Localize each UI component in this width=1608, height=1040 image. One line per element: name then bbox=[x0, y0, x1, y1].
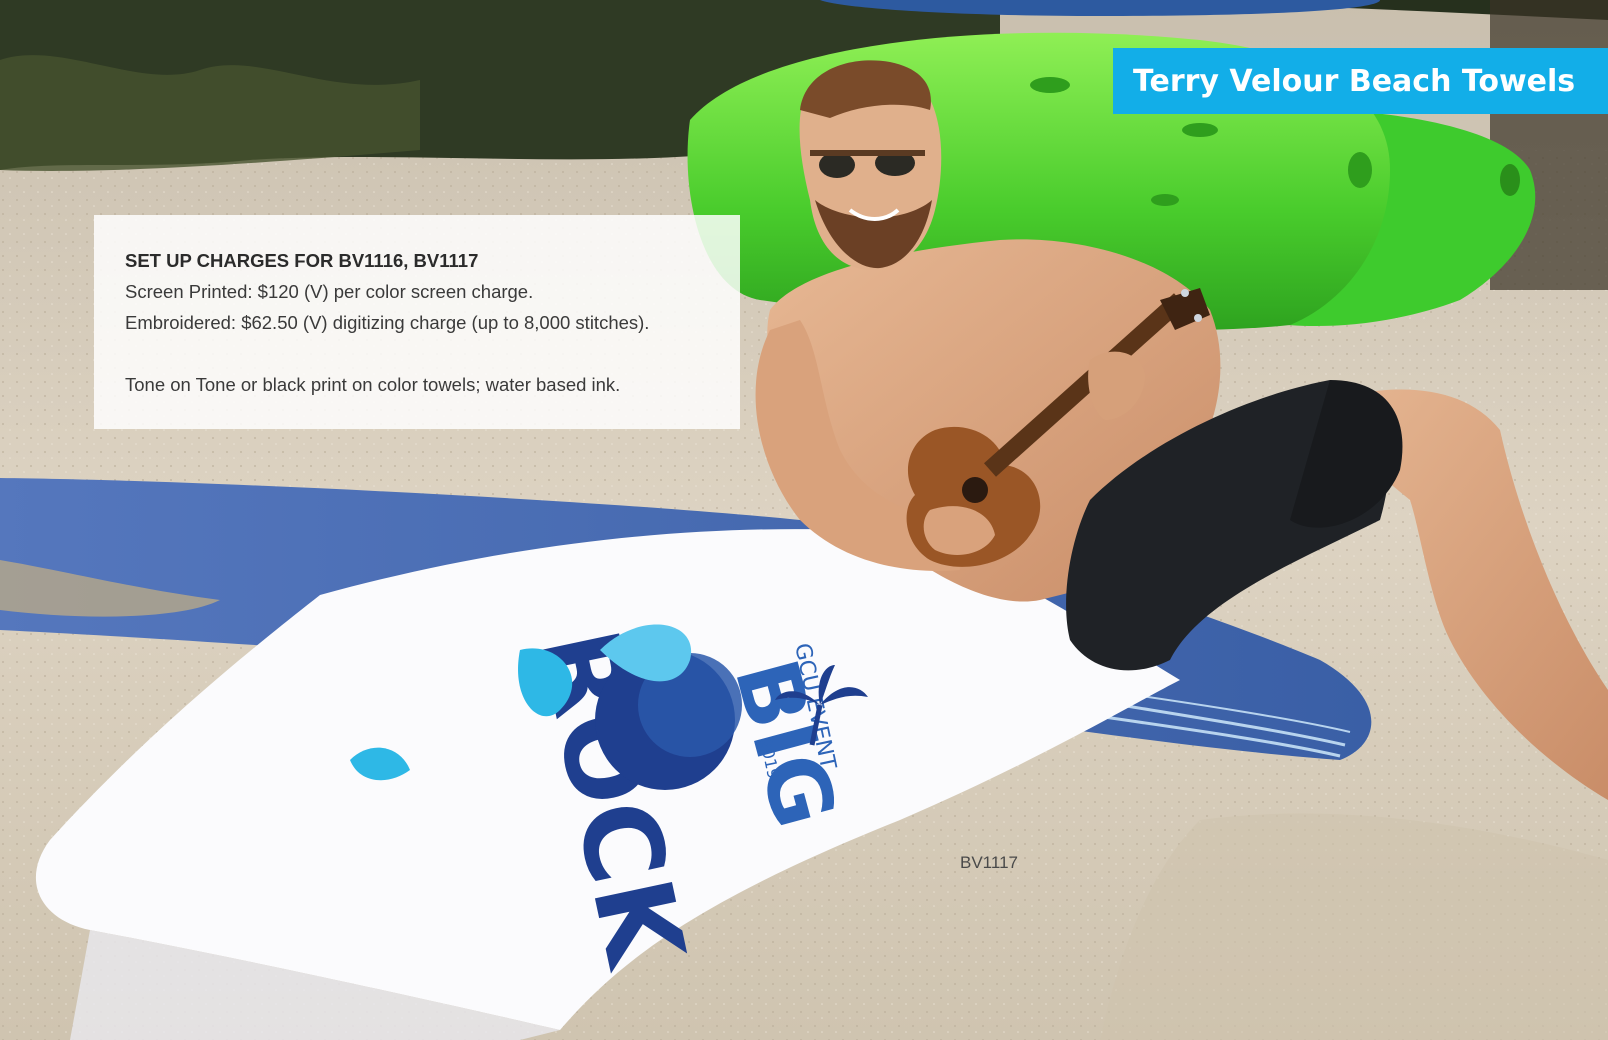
setup-charges-box: SET UP CHARGES FOR BV1116, BV1117 Screen… bbox=[94, 215, 740, 429]
setup-charges-heading: SET UP CHARGES FOR BV1116, BV1117 bbox=[125, 250, 479, 271]
product-code-label: BV1117 bbox=[960, 853, 1018, 872]
embroidered-charge: Embroidered: $62.50 (V) digitizing charg… bbox=[125, 312, 650, 333]
beach-photo: BIG ROCK GCU EVENT 2019 bbox=[0, 0, 1608, 1040]
screen-printed-charge: Screen Printed: $120 (V) per color scree… bbox=[125, 281, 534, 302]
page-title-banner: Terry Velour Beach Towels bbox=[1113, 48, 1608, 114]
page-title: Terry Velour Beach Towels bbox=[1133, 63, 1576, 99]
print-note: Tone on Tone or black print on color tow… bbox=[125, 374, 621, 395]
